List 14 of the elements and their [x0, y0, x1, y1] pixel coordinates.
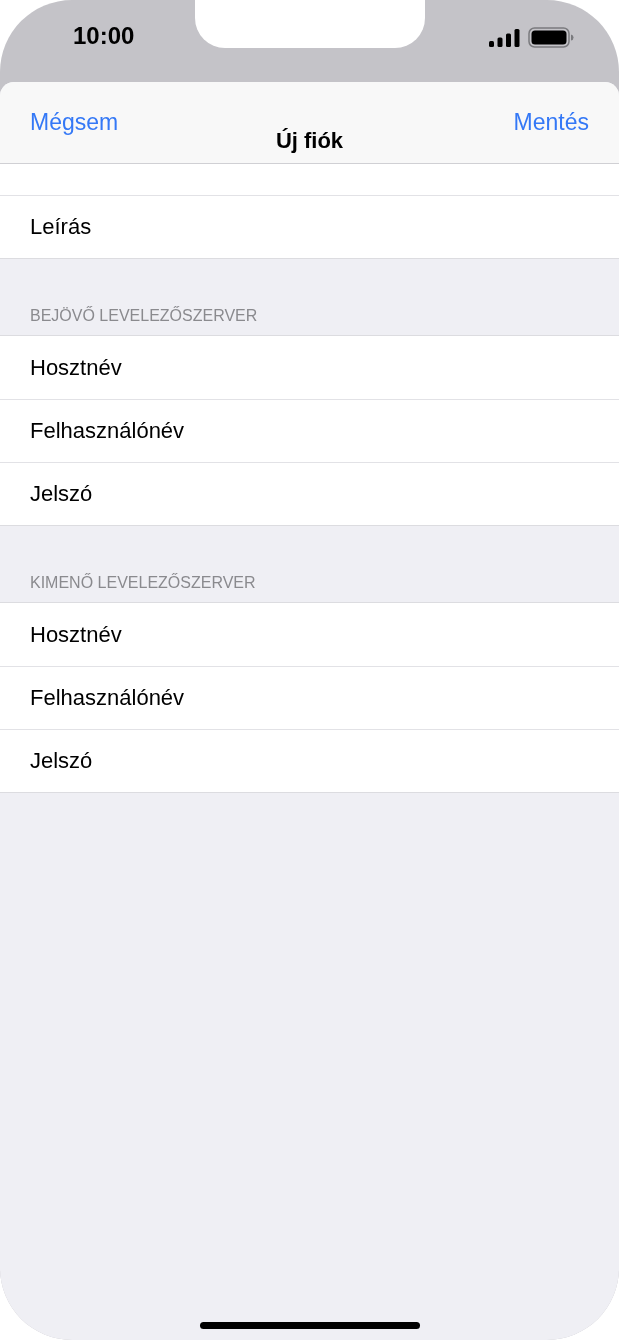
status-time: 10:00	[73, 22, 135, 50]
input-row[interactable]: Hosztnév	[0, 603, 619, 666]
input-row[interactable]: Felhasználónév	[0, 399, 619, 462]
input-row[interactable]: Jelszó	[0, 729, 619, 792]
cancel-button[interactable]: Mégsem	[30, 109, 119, 136]
input-row[interactable]: Jelszó	[0, 462, 619, 525]
input-row[interactable]: Felhasználónév	[0, 666, 619, 729]
section-header: BEJÖVŐ LEVELEZŐSZERVER	[29, 305, 259, 326]
section-header: KIMENŐ LEVELEZŐSZERVER	[29, 572, 257, 593]
input-row[interactable]: Hosztnév	[0, 336, 619, 399]
signal-icon	[489, 28, 521, 47]
battery-icon	[528, 27, 574, 48]
sheet-title: Új fiók	[274, 128, 345, 154]
save-button[interactable]: Mentés	[513, 109, 589, 136]
